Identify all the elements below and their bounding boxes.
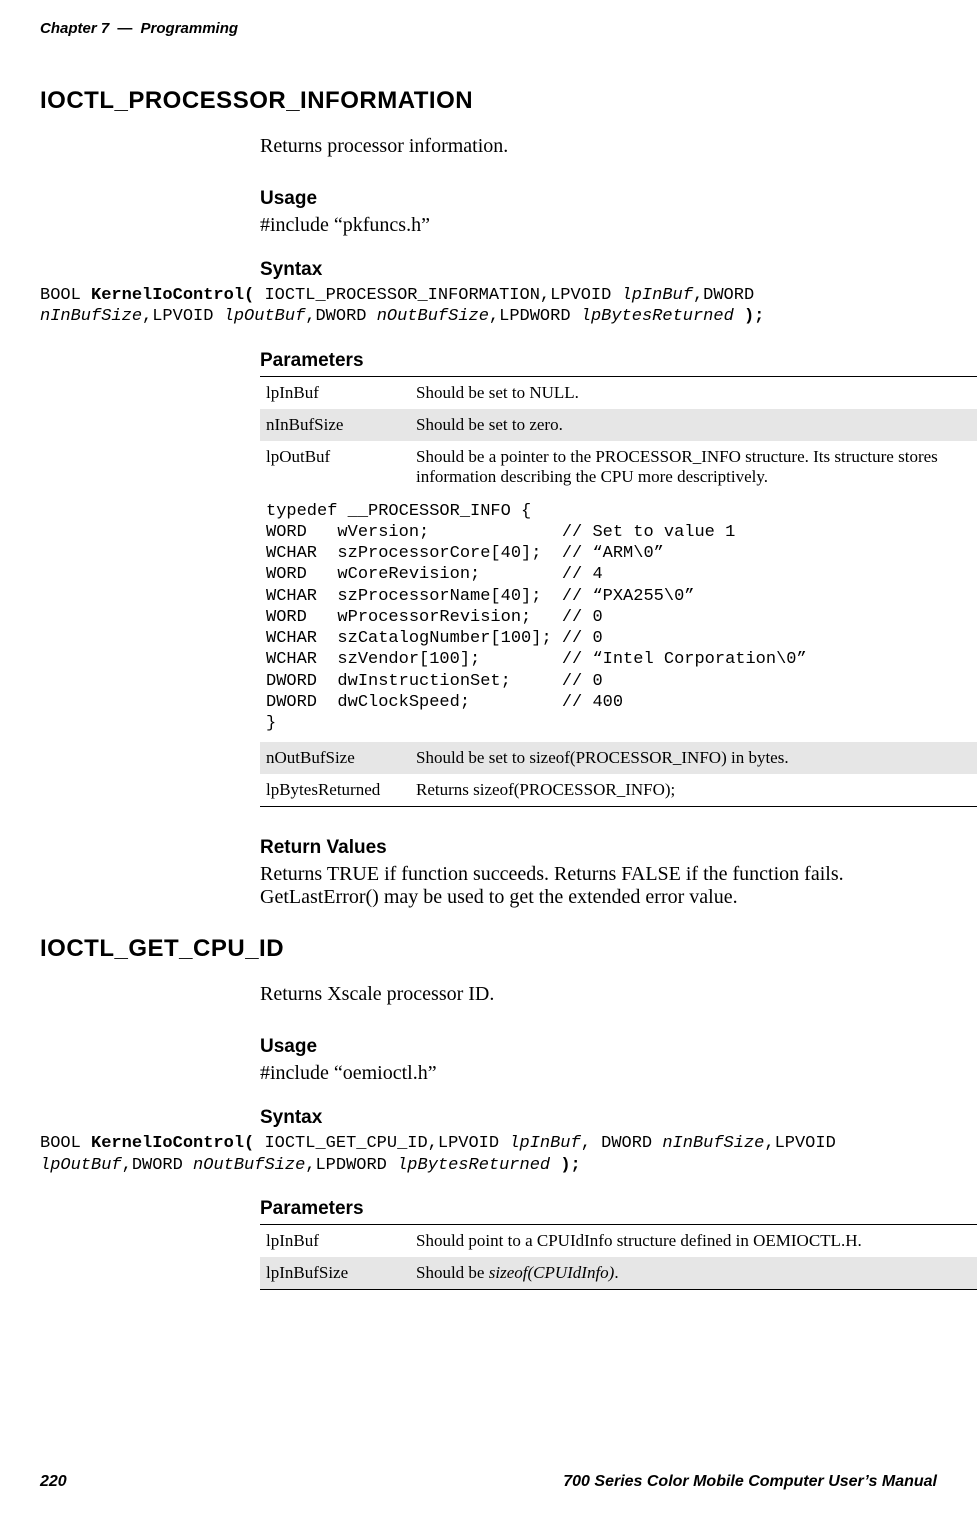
param-name: lpBytesReturned — [260, 774, 410, 807]
section2-title: IOCTL_GET_CPU_ID — [40, 935, 937, 963]
section2-parameters-heading: Parameters — [260, 1198, 937, 1220]
section1-usage-line: #include “pkfuncs.h” — [260, 214, 937, 237]
section2-syntax-code: BOOL KernelIoControl( IOCTL_GET_CPU_ID,L… — [40, 1133, 937, 1176]
code-param: lpInBuf — [509, 1134, 580, 1153]
param-name: nOutBufSize — [260, 742, 410, 774]
section1-parameters-heading: Parameters — [260, 350, 937, 372]
code-text: ,LPVOID — [764, 1134, 835, 1153]
code-text: ,LPDWORD — [489, 307, 581, 326]
param-desc: Should be set to sizeof(PROCESSOR_INFO) … — [410, 742, 977, 774]
code-bold: ); — [744, 307, 764, 326]
header-separator: — — [117, 20, 132, 37]
code-param: lpOutBuf — [224, 307, 306, 326]
code-param: nInBufSize — [40, 307, 142, 326]
param-desc-ital: sizeof(CPUIdInfo) — [489, 1263, 615, 1282]
code-bold: KernelIoControl( — [91, 1134, 254, 1153]
code-text: IOCTL_PROCESSOR_INFORMATION,LPVOID — [254, 286, 621, 305]
table-row: lpInBuf Should be set to NULL. — [260, 376, 977, 409]
code-param: nOutBufSize — [377, 307, 489, 326]
table-row: lpInBuf Should point to a CPUIdInfo stru… — [260, 1224, 977, 1257]
page-header: Chapter 7 — Programming — [40, 20, 937, 37]
header-chapter: Chapter 7 — [40, 20, 109, 37]
manual-title: 700 Series Color Mobile Computer User’s … — [563, 1473, 937, 1491]
processor-info-struct: typedef __PROCESSOR_INFO { WORD wVersion… — [266, 499, 974, 737]
code-text: ,LPVOID — [142, 307, 224, 326]
header-left: Chapter 7 — Programming — [40, 20, 238, 37]
param-desc: Should be set to zero. — [410, 409, 977, 441]
code-text: ,DWORD — [122, 1156, 193, 1175]
code-text: BOOL — [40, 286, 91, 305]
code-param: lpOutBuf — [40, 1156, 122, 1175]
header-section: Programming — [141, 20, 239, 37]
code-param: lpBytesReturned — [581, 307, 734, 326]
section2-usage-heading: Usage — [260, 1036, 937, 1058]
param-name: lpOutBuf — [260, 441, 410, 493]
code-text: IOCTL_GET_CPU_ID,LPVOID — [254, 1134, 509, 1153]
code-text — [734, 307, 744, 326]
code-param: lpInBuf — [622, 286, 693, 305]
param-desc-text: Should be — [416, 1263, 489, 1282]
code-text: , DWORD — [581, 1134, 663, 1153]
table-row: nInBufSize Should be set to zero. — [260, 409, 977, 441]
section2-syntax-heading: Syntax — [260, 1107, 937, 1129]
code-text: ,DWORD — [305, 307, 376, 326]
param-name: lpInBufSize — [260, 1257, 410, 1290]
param-name: lpInBuf — [260, 376, 410, 409]
code-text: BOOL — [40, 1134, 91, 1153]
param-desc: Should be a pointer to the PROCESSOR_INF… — [410, 441, 977, 493]
code-bold: KernelIoControl( — [91, 286, 254, 305]
section2-usage-line: #include “oemioctl.h” — [260, 1062, 937, 1085]
param-name: lpInBuf — [260, 1224, 410, 1257]
code-param: lpBytesReturned — [397, 1156, 550, 1175]
table-row: lpInBufSize Should be sizeof(CPUIdInfo). — [260, 1257, 977, 1290]
code-text: ,LPDWORD — [305, 1156, 397, 1175]
section1-syntax-heading: Syntax — [260, 259, 937, 281]
table-row: lpOutBuf Should be a pointer to the PROC… — [260, 441, 977, 493]
page-number: 220 — [40, 1473, 67, 1491]
param-desc: Should be set to NULL. — [410, 376, 977, 409]
section1-usage-heading: Usage — [260, 188, 937, 210]
param-struct-cell: typedef __PROCESSOR_INFO { WORD wVersion… — [260, 493, 977, 743]
code-param: nOutBufSize — [193, 1156, 305, 1175]
section1-syntax-code: BOOL KernelIoControl( IOCTL_PROCESSOR_IN… — [40, 285, 937, 328]
page-footer: 220 700 Series Color Mobile Computer Use… — [40, 1473, 937, 1491]
code-bold: ); — [560, 1156, 580, 1175]
section2-description: Returns Xscale processor ID. — [260, 983, 937, 1006]
table-row: typedef __PROCESSOR_INFO { WORD wVersion… — [260, 493, 977, 743]
section2-parameters-table: lpInBuf Should point to a CPUIdInfo stru… — [260, 1224, 977, 1290]
section1-parameters-table: lpInBuf Should be set to NULL. nInBufSiz… — [260, 376, 977, 808]
section1-title: IOCTL_PROCESSOR_INFORMATION — [40, 87, 937, 115]
table-row: lpBytesReturned Returns sizeof(PROCESSOR… — [260, 774, 977, 807]
param-desc: Returns sizeof(PROCESSOR_INFO); — [410, 774, 977, 807]
code-text: ,DWORD — [693, 286, 754, 305]
param-desc-text: . — [614, 1263, 618, 1282]
section1-description: Returns processor information. — [260, 135, 937, 158]
code-param: nInBufSize — [662, 1134, 764, 1153]
section1-return-body: Returns TRUE if function succeeds. Retur… — [260, 863, 937, 909]
section1-return-heading: Return Values — [260, 837, 937, 859]
param-desc: Should point to a CPUIdInfo structure de… — [410, 1224, 977, 1257]
code-text — [550, 1156, 560, 1175]
table-row: nOutBufSize Should be set to sizeof(PROC… — [260, 742, 977, 774]
param-name: nInBufSize — [260, 409, 410, 441]
param-desc: Should be sizeof(CPUIdInfo). — [410, 1257, 977, 1290]
